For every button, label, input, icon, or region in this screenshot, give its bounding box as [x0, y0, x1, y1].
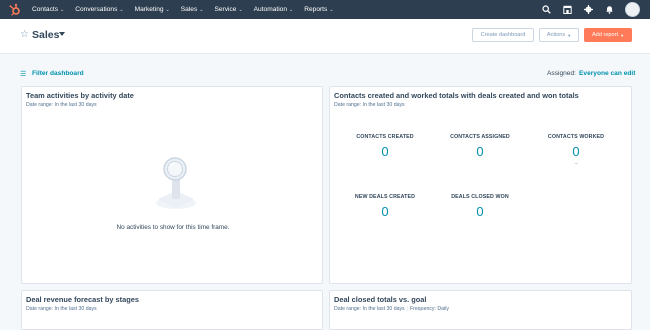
card-date-range: Date range: In the last 30 days — [26, 306, 97, 312]
hubspot-logo-icon[interactable] — [8, 3, 22, 17]
deal-revenue-forecast-card: Deal revenue forecast by stages Date ran… — [21, 290, 323, 330]
chevron-down-icon: ⌄ — [329, 6, 334, 13]
card-title[interactable]: Team activities by activity date — [26, 91, 134, 100]
nav-reports[interactable]: Reports ⌄ — [304, 6, 333, 13]
magnifying-glass-icon — [154, 155, 198, 211]
card-date-range: Date range: In the last 30 days — [334, 102, 405, 108]
filter-icon[interactable]: ☰ — [20, 70, 26, 78]
chevron-down-icon: ⌄ — [238, 6, 243, 13]
card-date-range: Date range: In the last 30 days | Frequenc… — [334, 306, 449, 312]
deal-closed-totals-card: Deal closed totals vs. goal Date range: … — [329, 290, 632, 330]
card-title[interactable]: Deal revenue forecast by stages — [26, 295, 139, 304]
card-title[interactable]: Contacts created and worked totals with … — [334, 91, 579, 100]
empty-state-message: No activities to show for this time fram… — [116, 224, 230, 231]
card-title[interactable]: Deal closed totals vs. goal — [334, 295, 426, 304]
chevron-down-icon: ⌄ — [289, 6, 294, 13]
metric-contacts-assigned: CONTACTS ASSIGNED 0 — [450, 134, 510, 159]
chevron-down-icon: ⌄ — [165, 6, 170, 13]
avatar[interactable] — [625, 2, 640, 17]
chevron-down-icon: ⌄ — [199, 6, 204, 13]
nav-marketing[interactable]: Marketing ⌄ — [135, 6, 170, 13]
caret-down-icon: ▼ — [620, 32, 625, 38]
chevron-down-icon: ⌄ — [60, 6, 65, 13]
filter-dashboard-link[interactable]: Filter dashboard — [32, 70, 84, 77]
metric-new-deals-created: NEW DEALS CREATED 0 — [354, 194, 416, 219]
nav-conversations[interactable]: Conversations ⌄ — [75, 6, 123, 13]
nav-contacts[interactable]: Contacts ⌄ — [32, 6, 64, 13]
card-date-range: Date range: In the last 30 days — [26, 102, 97, 108]
metric-change-indicator — [574, 163, 578, 164]
add-report-button[interactable]: Add report ▼ — [584, 28, 632, 42]
assigned-label: Assigned: — [547, 70, 576, 77]
page-title[interactable]: Sales — [32, 29, 59, 41]
notifications-icon[interactable] — [604, 5, 614, 15]
metric-contacts-created: CONTACTS CREATED 0 — [356, 134, 414, 159]
nav-automation[interactable]: Automation ⌄ — [254, 6, 294, 13]
team-activities-card: Team activities by activity date Date ra… — [21, 86, 323, 284]
top-navigation: Contacts ⌄ Conversations ⌄ Marketing ⌄ Sale… — [0, 0, 650, 19]
metric-contacts-worked: CONTACTS WORKED 0 — [526, 134, 626, 164]
marketplace-icon[interactable] — [562, 5, 572, 15]
nav-service[interactable]: Service ⌄ — [214, 6, 242, 13]
contacts-deals-card: Contacts created and worked totals with … — [329, 86, 632, 284]
caret-down-icon: ▼ — [567, 32, 572, 38]
nav-sales[interactable]: Sales ⌄ — [181, 6, 204, 13]
settings-icon[interactable] — [583, 5, 593, 15]
metric-deals-closed-won: DEALS CLOSED WON 0 — [451, 194, 509, 219]
assigned-value-link[interactable]: Everyone can edit — [579, 70, 635, 77]
actions-button[interactable]: Actions ▼ — [539, 28, 579, 42]
chevron-down-icon: ⌄ — [119, 6, 124, 13]
star-icon[interactable]: ☆ — [20, 29, 29, 40]
dashboard-header: ☆ Sales Create dashboard Actions ▼ Add re… — [0, 19, 650, 54]
search-icon[interactable] — [541, 5, 551, 15]
divider: | — [406, 306, 409, 312]
create-dashboard-button[interactable]: Create dashboard — [472, 28, 534, 42]
chevron-down-icon[interactable] — [59, 32, 65, 36]
